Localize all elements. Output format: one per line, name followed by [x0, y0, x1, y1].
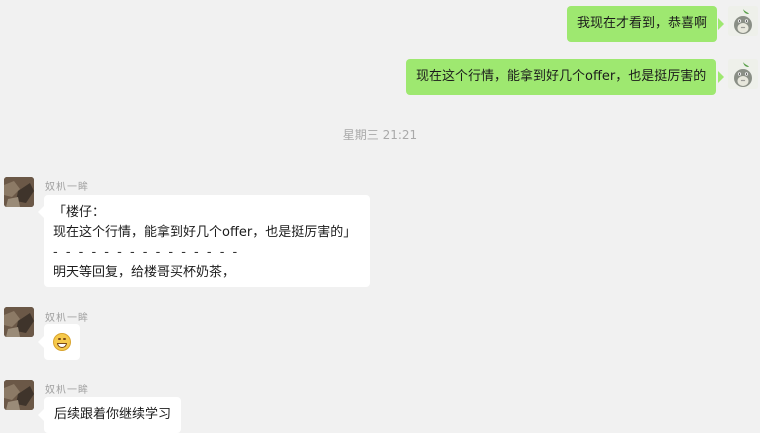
totoro-avatar-icon [728, 59, 758, 89]
message-text: 我现在才看到，恭喜啊 [577, 16, 708, 31]
contact-avatar[interactable] [4, 177, 34, 207]
message-bubble-other[interactable] [44, 324, 80, 360]
quote-divider: - - - - - - - - - - - - - - - [53, 245, 240, 260]
quoted-text: 现在这个行情，能拿到好几个offer，也是挺厉害的」 [53, 225, 357, 240]
photo-avatar-icon [4, 177, 34, 207]
grinning-face-emoji-icon [53, 333, 71, 351]
message-bubble-self[interactable]: 我现在才看到，恭喜啊 [567, 6, 718, 42]
bubble-tail [718, 18, 724, 30]
message-text: 现在这个行情，能拿到好几个offer，也是挺厉害的 [416, 69, 707, 84]
sender-name: 奴朳一眸 [45, 182, 89, 193]
sender-name: 奴朳一眸 [45, 313, 89, 324]
contact-avatar[interactable] [4, 380, 34, 410]
message-bubble-other[interactable]: 「楼仔： 现在这个行情，能拿到好几个offer，也是挺厉害的」 - - - - … [44, 195, 370, 287]
message-text: 明天等回复，给楼哥买杯奶茶， [53, 265, 236, 280]
message-bubble-other[interactable]: 后续跟着你继续学习 [44, 397, 182, 433]
self-avatar[interactable] [728, 59, 758, 89]
quoted-sender: 「楼仔： [53, 205, 106, 220]
totoro-avatar-icon [728, 6, 758, 36]
message-text: 后续跟着你继续学习 [54, 407, 172, 422]
bubble-tail [718, 71, 724, 83]
contact-avatar[interactable] [4, 307, 34, 337]
photo-avatar-icon [4, 380, 34, 410]
self-avatar[interactable] [728, 6, 758, 36]
chat-timestamp: 星期三 21:21 [342, 128, 418, 142]
sender-name: 奴朳一眸 [45, 385, 89, 396]
photo-avatar-icon [4, 307, 34, 337]
message-bubble-self[interactable]: 现在这个行情，能拿到好几个offer，也是挺厉害的 [406, 59, 717, 95]
